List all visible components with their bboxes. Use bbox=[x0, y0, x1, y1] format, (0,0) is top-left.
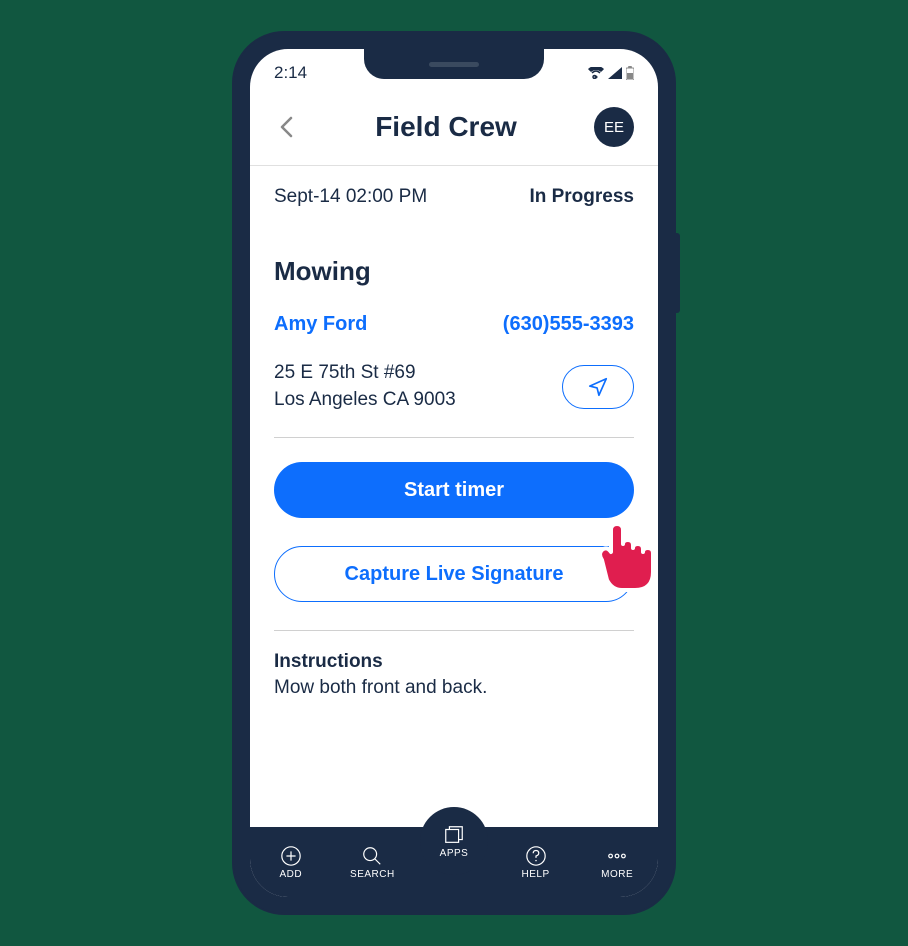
plus-circle-icon bbox=[280, 845, 302, 867]
meta-row: Sept-14 02:00 PM In Progress bbox=[274, 186, 634, 208]
signal-icon bbox=[608, 67, 622, 79]
address-line2: Los Angeles CA 9003 bbox=[274, 387, 456, 414]
nav-apps-label: APPS bbox=[440, 848, 469, 859]
status-icons bbox=[588, 66, 634, 80]
capture-signature-button[interactable]: Capture Live Signature bbox=[274, 546, 634, 602]
address: 25 E 75th St #69 Los Angeles CA 9003 bbox=[274, 360, 456, 413]
chevron-left-icon bbox=[279, 116, 293, 138]
bottom-nav: ADD SEARCH APPS bbox=[250, 827, 658, 897]
contact-phone-link[interactable]: (630)555-3393 bbox=[503, 313, 634, 336]
help-icon bbox=[525, 845, 547, 867]
battery-icon bbox=[626, 66, 634, 80]
nav-search[interactable]: SEARCH bbox=[332, 845, 414, 880]
page-title: Field Crew bbox=[375, 111, 517, 143]
nav-more[interactable]: MORE bbox=[576, 845, 658, 880]
nav-add-label: ADD bbox=[279, 869, 302, 880]
contact-row: Amy Ford (630)555-3393 bbox=[274, 313, 634, 336]
back-button[interactable] bbox=[274, 115, 298, 139]
instructions-text: Mow both front and back. bbox=[274, 677, 634, 699]
nav-more-label: MORE bbox=[601, 869, 633, 880]
navigate-icon bbox=[587, 376, 609, 398]
phone-notch bbox=[364, 49, 544, 79]
navigate-button[interactable] bbox=[562, 365, 634, 409]
more-icon bbox=[606, 845, 628, 867]
divider bbox=[274, 630, 634, 631]
nav-help-label: HELP bbox=[522, 869, 550, 880]
phone-frame: 2:14 bbox=[234, 33, 674, 913]
wifi-icon bbox=[588, 67, 604, 79]
apps-icon bbox=[443, 824, 465, 846]
avatar[interactable]: EE bbox=[594, 107, 634, 147]
status-time: 2:14 bbox=[274, 63, 307, 83]
search-icon bbox=[361, 845, 383, 867]
content: Sept-14 02:00 PM In Progress Mowing Amy … bbox=[250, 166, 658, 827]
nav-help[interactable]: HELP bbox=[495, 845, 577, 880]
instructions-label: Instructions bbox=[274, 651, 634, 673]
phone-side-button bbox=[674, 233, 680, 313]
phone-speaker bbox=[429, 62, 479, 67]
job-title: Mowing bbox=[274, 256, 634, 287]
contact-name-link[interactable]: Amy Ford bbox=[274, 313, 367, 336]
app-header: Field Crew EE bbox=[250, 89, 658, 166]
address-line1: 25 E 75th St #69 bbox=[274, 360, 456, 387]
address-row: 25 E 75th St #69 Los Angeles CA 9003 bbox=[274, 360, 634, 438]
nav-add[interactable]: ADD bbox=[250, 845, 332, 880]
job-datetime: Sept-14 02:00 PM bbox=[274, 186, 427, 208]
status-badge: In Progress bbox=[529, 186, 634, 208]
screen: 2:14 bbox=[250, 49, 658, 897]
start-timer-button[interactable]: Start timer bbox=[274, 462, 634, 518]
nav-apps[interactable]: APPS bbox=[420, 807, 488, 875]
nav-search-label: SEARCH bbox=[350, 869, 395, 880]
